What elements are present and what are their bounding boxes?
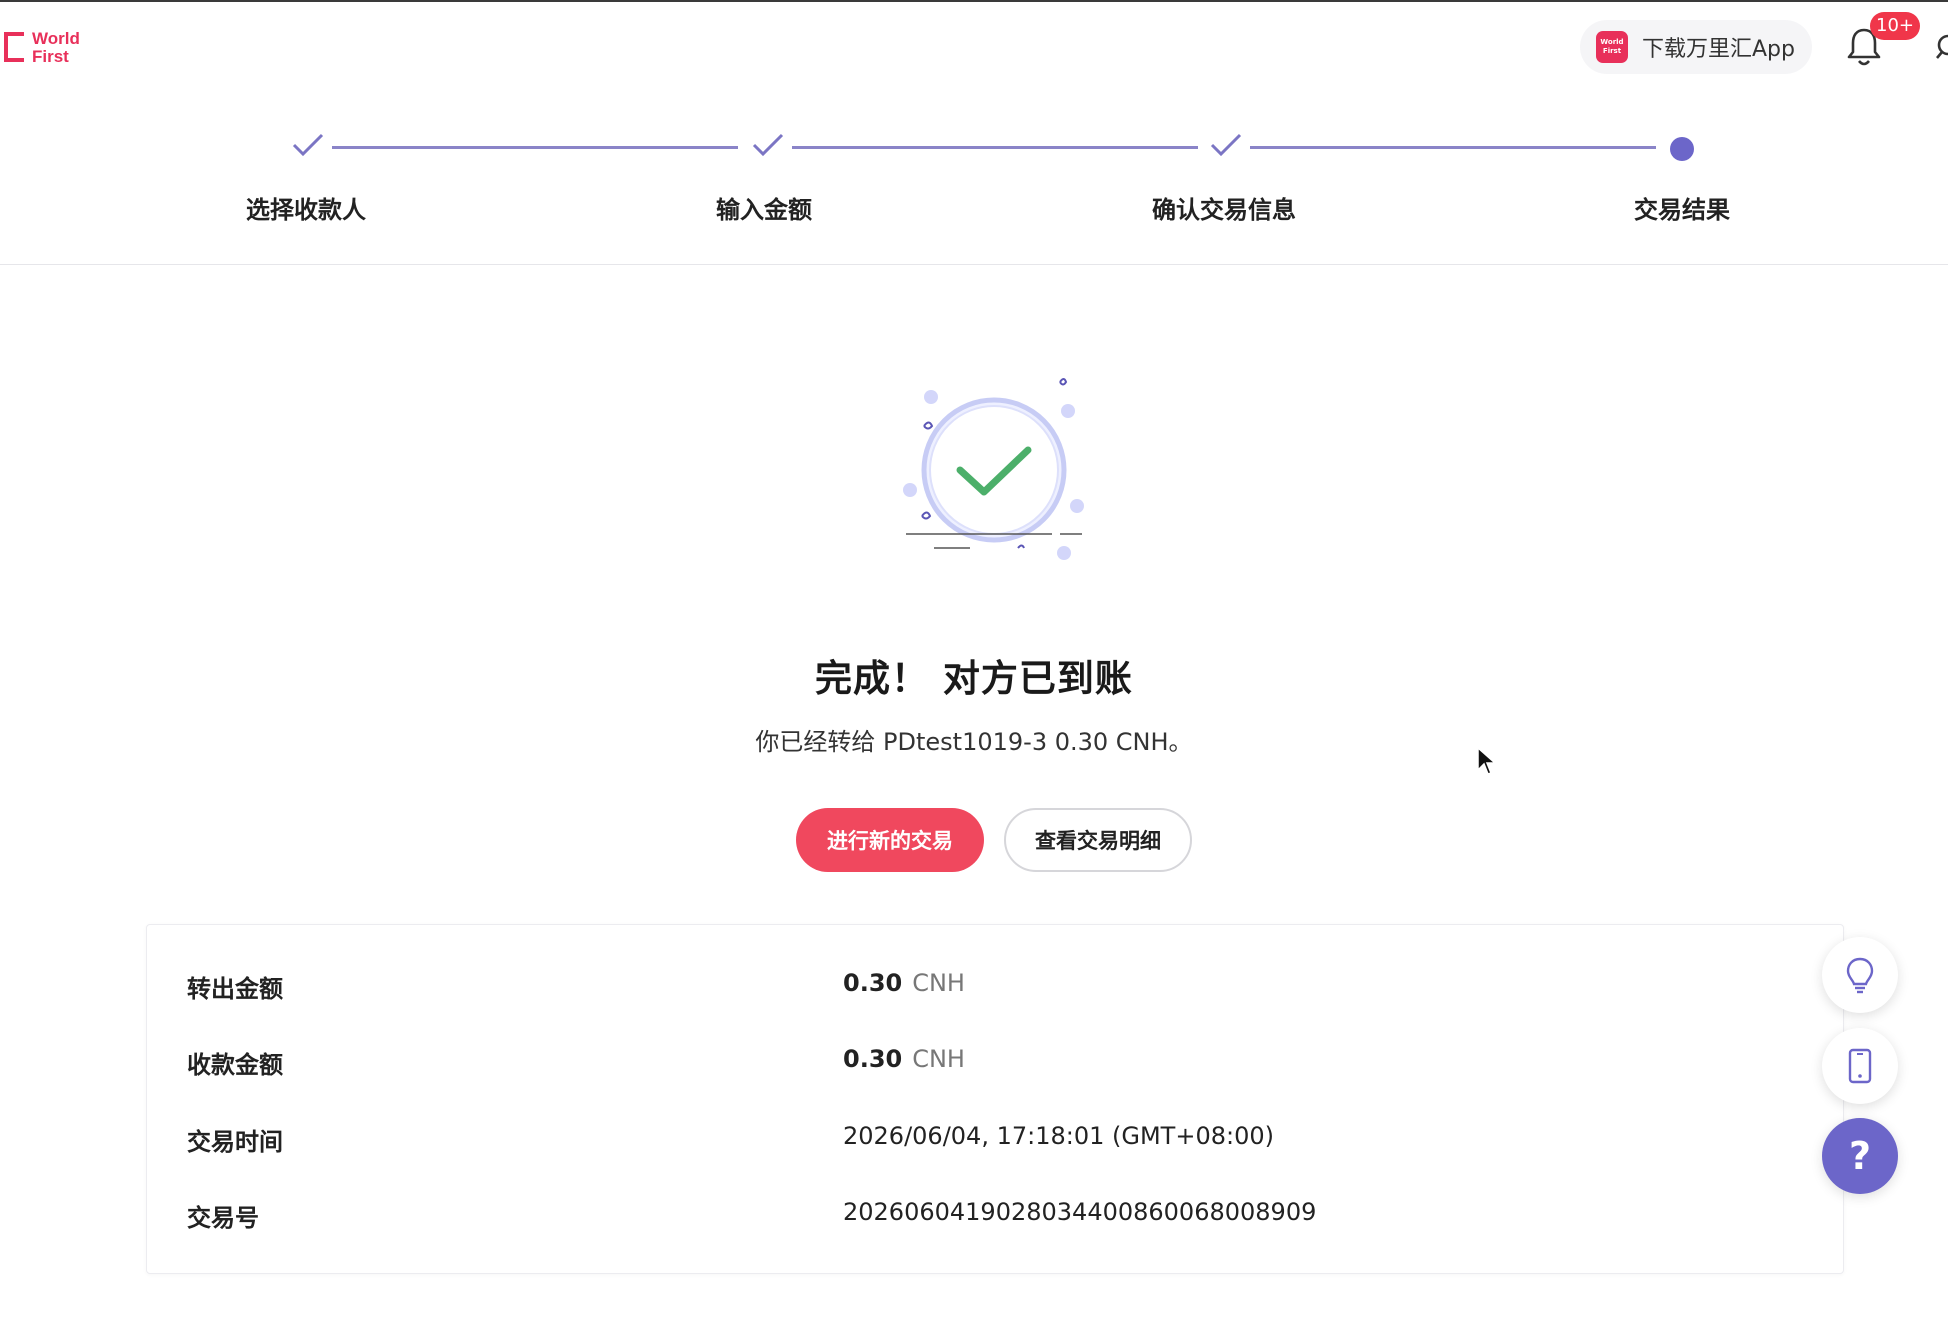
payout-amount-currency: CNH: [912, 969, 965, 997]
success-check-illustration: [903, 378, 1084, 560]
lightbulb-icon: [1846, 957, 1874, 994]
help-button[interactable]: ?: [1822, 1118, 1898, 1194]
header-divider: [0, 264, 1948, 265]
step-label-enter-amount: 输入金额: [716, 196, 812, 224]
step-2-check-icon: [752, 133, 784, 157]
payout-amount-number: 0.30: [843, 969, 903, 997]
notification-badge: 10+: [1870, 12, 1920, 40]
help-question-icon: ?: [1848, 1134, 1872, 1178]
mobile-phone-icon: [1848, 1048, 1872, 1084]
step-4-current-dot: [1670, 137, 1694, 161]
view-transaction-details-button[interactable]: 查看交易明细: [1004, 808, 1192, 872]
step-1-check-icon: [292, 133, 324, 157]
transaction-id-value: 20260604190280344008600680​08909: [843, 1198, 1317, 1226]
result-title: 完成！ 对方已到账: [815, 657, 1133, 700]
logo-line1: World: [32, 29, 80, 48]
received-amount-currency: CNH: [912, 1045, 965, 1073]
step-label-confirm-info: 确认交易信息: [1152, 196, 1296, 224]
received-amount-label: 收款金额: [187, 1051, 283, 1079]
transaction-time-label: 交易时间: [187, 1128, 283, 1156]
worldfirst-logo[interactable]: World First: [4, 30, 94, 70]
payout-amount-value: 0.30 CNH: [843, 969, 965, 997]
window-top-border: [0, 0, 1948, 2]
logo-bracket-icon: [4, 32, 24, 62]
step-connector-3: [1250, 146, 1656, 149]
mouse-cursor-icon: [1477, 746, 1496, 775]
payout-amount-label: 转出金额: [187, 975, 283, 1003]
new-transaction-button[interactable]: 进行新的交易: [796, 808, 984, 872]
result-subtitle: 你已经转给 PDtest1019-3 0.30 CNH。: [755, 728, 1193, 756]
search-icon[interactable]: [1934, 28, 1948, 68]
step-label-select-payee: 选择收款人: [246, 196, 366, 224]
step-3-check-icon: [1210, 133, 1242, 157]
download-app-label: 下载万里汇App: [1642, 37, 1795, 62]
step-connector-1: [332, 146, 738, 149]
tips-button[interactable]: [1822, 937, 1898, 1013]
step-label-result: 交易结果: [1634, 196, 1730, 224]
logo-line2: First: [32, 47, 69, 66]
transaction-details-card: 转出金额 0.30 CNH 收款金额 0.30 CNH 交易时间 2026/06/0…: [146, 924, 1844, 1274]
mobile-app-button[interactable]: [1822, 1028, 1898, 1104]
worldfirst-app-icon: World First: [1596, 31, 1628, 63]
received-amount-number: 0.30: [843, 1045, 903, 1073]
received-amount-value: 0.30 CNH: [843, 1045, 965, 1073]
transaction-time-value: 2026/06/04, 17:18:01 (GMT+08:00): [843, 1122, 1274, 1150]
download-app-button[interactable]: World First 下载万里汇App: [1580, 20, 1812, 74]
transaction-id-label: 交易号: [187, 1204, 259, 1232]
step-connector-2: [792, 146, 1198, 149]
